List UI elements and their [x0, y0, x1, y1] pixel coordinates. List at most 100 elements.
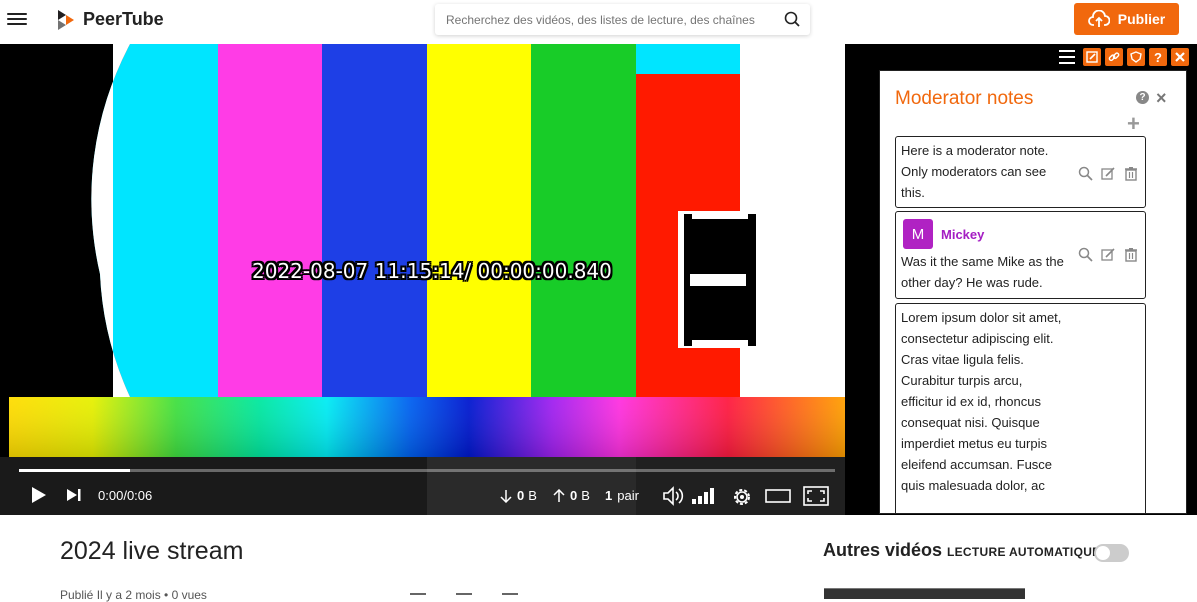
chat-toolbar: ?: [1059, 48, 1189, 66]
moderator-notes-panel: Moderator notes ? × + Here is a moderato…: [879, 70, 1187, 514]
settings-button[interactable]: [731, 486, 753, 508]
peers-stat: 1 pair: [605, 488, 639, 503]
autoplay-label: LECTURE AUTOMATIQUE: [947, 545, 1101, 559]
time-total: 0:06: [126, 488, 153, 503]
note-line: Cras vitae ligula felis.: [901, 352, 1024, 367]
chat-menu-icon[interactable]: [1059, 48, 1075, 66]
chat-help-icon[interactable]: ?: [1149, 48, 1167, 66]
note-line: consequat nisi. Quisque: [901, 415, 1040, 430]
video-player[interactable]: 2022-08-07 11:15:14/ 00:00:00.840 0:00/0…: [0, 44, 845, 515]
note-line: imperdiet metus eu turpis: [901, 436, 1047, 451]
arrow-down-icon: [500, 489, 512, 503]
video-frame-color-gradient: [9, 397, 845, 457]
note-item: Here is a moderator note. Only moderator…: [895, 136, 1146, 208]
trash-icon[interactable]: [1124, 247, 1138, 262]
peertube-logo-icon: [58, 10, 74, 30]
author-name[interactable]: Mickey: [941, 224, 984, 245]
note-line: other day? He was rude.: [901, 275, 1043, 290]
next-button[interactable]: [66, 488, 82, 502]
fullscreen-icon: [803, 486, 829, 506]
note-text: Lorem ipsum dolor sit amet, consectetur …: [896, 304, 1136, 496]
video-actions: [410, 593, 518, 599]
note-line: quis malesuada dolor, ac: [901, 478, 1045, 493]
time-display: 0:00/0:06: [98, 488, 152, 503]
edit-icon[interactable]: [1101, 247, 1116, 262]
note-text: Here is a moderator note. Only moderator…: [896, 137, 1071, 203]
hamburger-menu-icon[interactable]: [7, 10, 27, 30]
next-icon: [67, 489, 81, 501]
theater-button[interactable]: [765, 489, 791, 503]
toggle-knob: [1096, 546, 1110, 560]
note-item: Lorem ipsum dolor sit amet, consectetur …: [895, 303, 1146, 513]
download-value: 0: [517, 488, 525, 503]
chat-link-icon[interactable]: [1105, 48, 1123, 66]
avatar: M: [903, 219, 933, 249]
chat-shield-icon[interactable]: [1127, 48, 1145, 66]
peers-value: 1: [605, 488, 613, 503]
publish-button[interactable]: Publier: [1074, 3, 1179, 35]
note-line: Curabitur turpis arcu,: [901, 373, 1023, 388]
video-thumbnail[interactable]: [824, 588, 1025, 599]
download-unit: B: [528, 488, 537, 503]
progress-bar[interactable]: [19, 469, 835, 472]
trash-icon[interactable]: [1124, 166, 1138, 181]
chat-panel: ? Moderator notes ? × + Here is a modera…: [845, 44, 1197, 515]
video-meta: Publié Il y a 2 mois • 0 vues: [60, 588, 207, 602]
video-frame-test-pattern: [0, 44, 845, 397]
peertube-logo[interactable]: PeerTube: [56, 8, 164, 30]
chat-edit-icon[interactable]: [1083, 48, 1101, 66]
theater-icon: [765, 489, 791, 503]
note-line: eleifend accumsan. Fusce: [901, 457, 1053, 472]
search-bar: [435, 4, 810, 35]
upload-stat: 0B: [553, 488, 590, 503]
more-icon[interactable]: [502, 593, 518, 599]
notes-help-icon[interactable]: ?: [1136, 91, 1149, 104]
note-line: Here is a moderator note.: [901, 143, 1049, 158]
download-stat: 0B: [500, 488, 537, 503]
settings-icon: [734, 489, 750, 505]
search-icon[interactable]: [1078, 166, 1093, 181]
publish-label: Publier: [1117, 11, 1166, 27]
note-line: consectetur adipiscing elit.: [901, 331, 1054, 346]
notes-title: Moderator notes: [895, 88, 1034, 109]
volume-button[interactable]: [662, 486, 686, 506]
search-input[interactable]: [435, 12, 770, 27]
note-text: Was it the same Mike as the other day? H…: [896, 249, 1071, 293]
note-line: Only moderators can see: [901, 164, 1047, 179]
search-icon[interactable]: [1078, 247, 1093, 262]
fullscreen-button[interactable]: [803, 486, 829, 506]
note-line: efficitur id ex id, rhoncus: [901, 394, 1041, 409]
notes-close-icon[interactable]: ×: [1156, 88, 1167, 109]
note-line: Lorem ipsum dolor sit amet,: [901, 310, 1062, 325]
note-line: this.: [901, 185, 925, 200]
quality-button[interactable]: [692, 488, 718, 504]
upload-cloud-icon: [1087, 10, 1110, 27]
like-icon[interactable]: [410, 593, 426, 599]
autoplay-toggle[interactable]: [1094, 544, 1129, 562]
quality-icon: [692, 488, 714, 504]
play-icon: [32, 487, 46, 503]
progress-played: [19, 469, 130, 472]
upload-value: 0: [570, 488, 578, 503]
peers-label: pair: [617, 488, 639, 503]
add-note-icon[interactable]: +: [1127, 111, 1140, 137]
search-icon[interactable]: [784, 11, 800, 27]
note-line: Was it the same Mike as the: [901, 254, 1064, 269]
note-item: M Mickey Was it the same Mike as the oth…: [895, 211, 1146, 299]
other-videos-title: Autres vidéos: [823, 540, 943, 560]
volume-icon: [663, 486, 684, 506]
share-icon[interactable]: [456, 593, 472, 599]
upload-unit: B: [581, 488, 590, 503]
chat-close-icon[interactable]: [1171, 48, 1189, 66]
note-author: M Mickey: [896, 212, 1145, 249]
logo-text: PeerTube: [83, 8, 164, 29]
note-actions: [1078, 247, 1138, 262]
note-actions: [1078, 166, 1138, 181]
edit-icon[interactable]: [1101, 166, 1116, 181]
top-header: PeerTube Publier: [0, 0, 1197, 44]
video-overlay-timestamp: 2022-08-07 11:15:14/ 00:00:00.840: [252, 259, 612, 283]
play-button[interactable]: [31, 486, 47, 504]
video-title: 2024 live stream: [60, 537, 244, 565]
time-current: 0:00: [98, 488, 124, 503]
player-controls: 0:00/0:06 0B 0B 1 pair: [0, 459, 845, 515]
